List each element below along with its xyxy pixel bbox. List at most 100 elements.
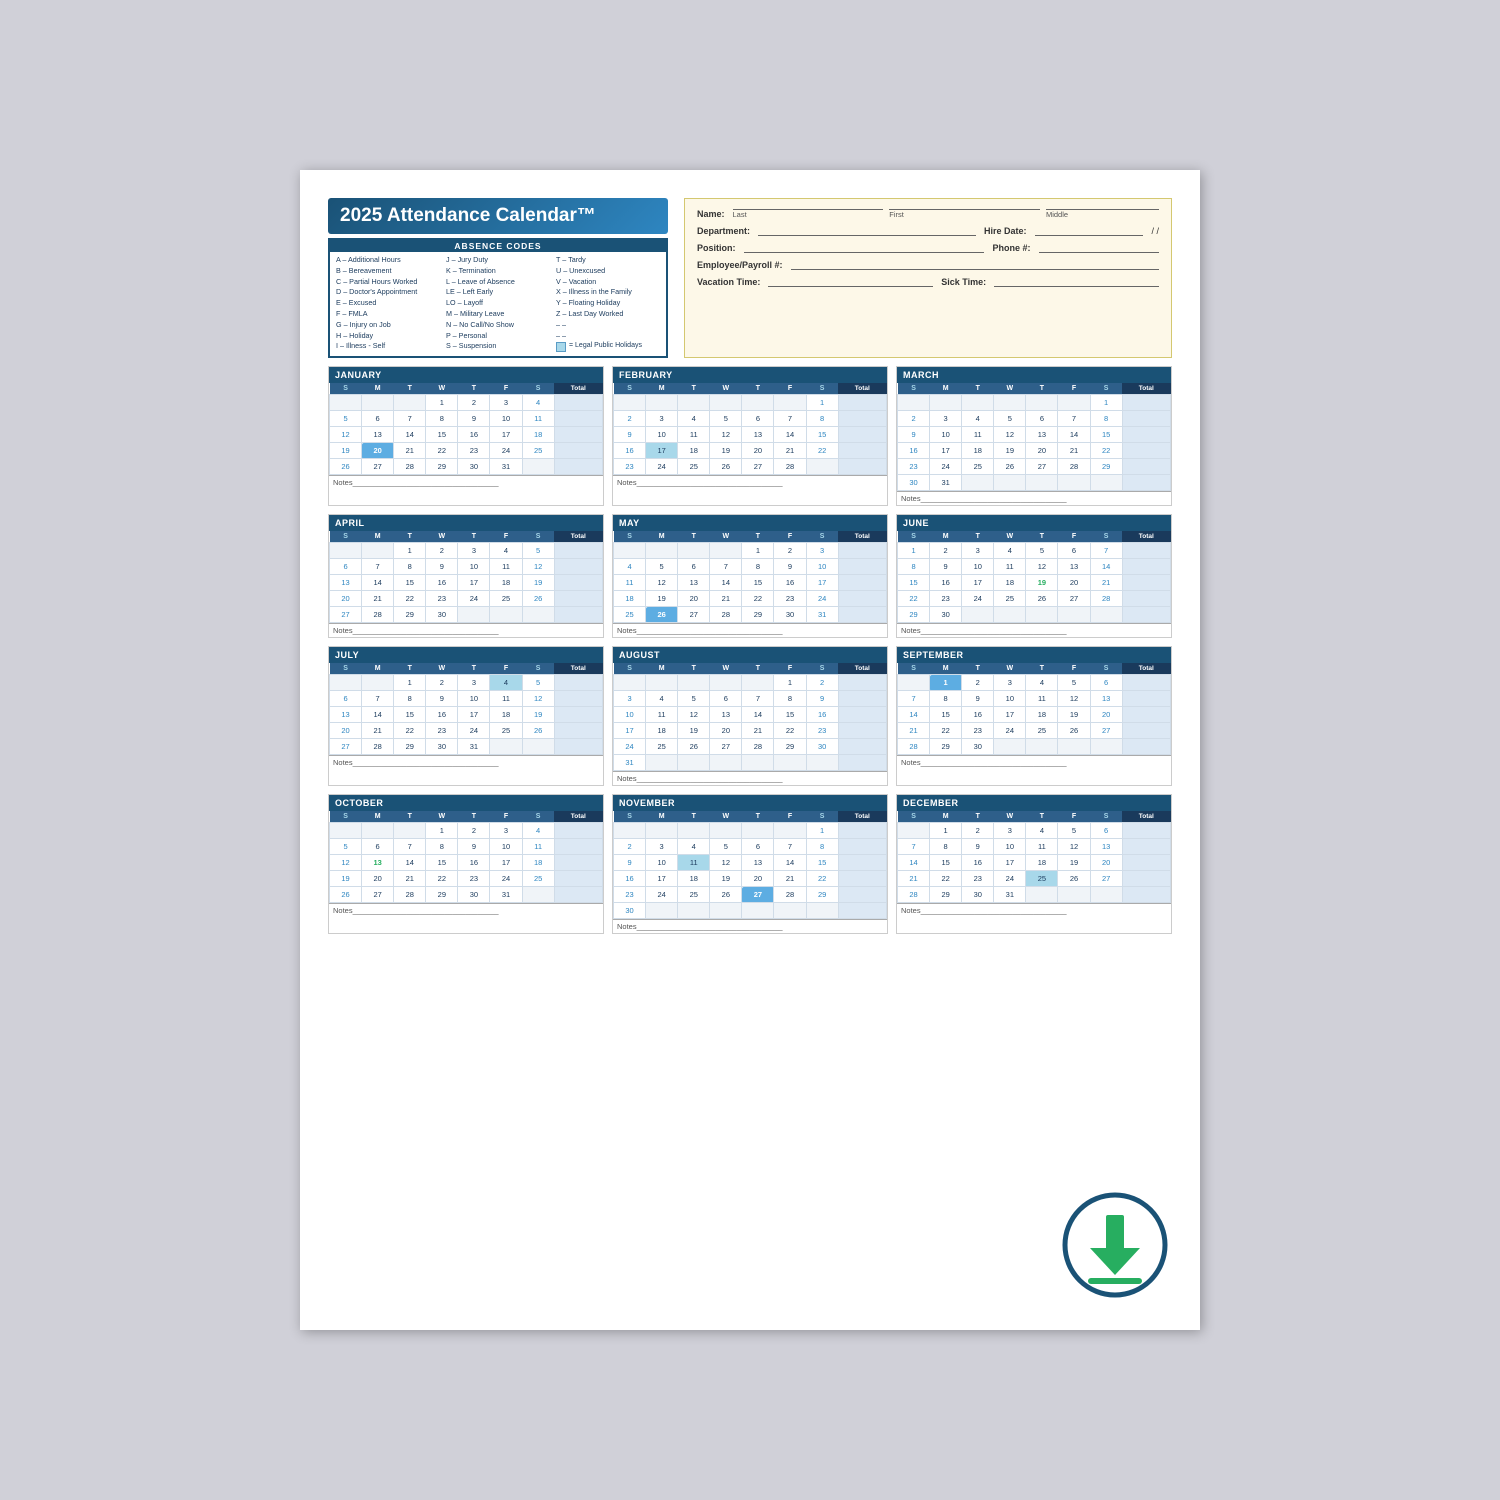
download-icon[interactable]: [1060, 1190, 1170, 1300]
calendar-day[interactable]: 16: [458, 855, 490, 871]
calendar-day[interactable]: 19: [710, 871, 742, 887]
calendar-day[interactable]: 6: [362, 411, 394, 427]
calendar-day[interactable]: 18: [646, 723, 678, 739]
calendar-day[interactable]: 6: [330, 559, 362, 575]
calendar-day[interactable]: 20: [710, 723, 742, 739]
calendar-day[interactable]: 9: [426, 691, 458, 707]
calendar-day[interactable]: 5: [710, 411, 742, 427]
calendar-day[interactable]: 9: [614, 427, 646, 443]
calendar-day[interactable]: 25: [646, 739, 678, 755]
calendar-day[interactable]: 21: [774, 443, 806, 459]
calendar-day[interactable]: 7: [1058, 411, 1090, 427]
calendar-day[interactable]: 5: [1058, 823, 1090, 839]
calendar-day[interactable]: 19: [1058, 855, 1090, 871]
calendar-day[interactable]: 24: [646, 887, 678, 903]
calendar-day[interactable]: 24: [490, 871, 522, 887]
calendar-day[interactable]: 16: [426, 707, 458, 723]
calendar-day[interactable]: 12: [522, 691, 554, 707]
calendar-day[interactable]: 14: [1058, 427, 1090, 443]
calendar-day[interactable]: 17: [994, 707, 1026, 723]
calendar-day[interactable]: 21: [394, 871, 426, 887]
calendar-day[interactable]: 28: [394, 887, 426, 903]
calendar-day[interactable]: 13: [678, 575, 710, 591]
calendar-day[interactable]: 2: [458, 395, 490, 411]
calendar-day[interactable]: 30: [962, 739, 994, 755]
calendar-day[interactable]: 12: [1026, 559, 1058, 575]
calendar-day[interactable]: 27: [710, 739, 742, 755]
calendar-day[interactable]: 13: [1090, 691, 1122, 707]
calendar-day[interactable]: 26: [522, 723, 554, 739]
calendar-day[interactable]: 1: [742, 543, 774, 559]
calendar-day[interactable]: 2: [426, 543, 458, 559]
calendar-day[interactable]: 13: [742, 427, 774, 443]
calendar-day[interactable]: 8: [394, 559, 426, 575]
calendar-day[interactable]: 14: [394, 855, 426, 871]
calendar-day[interactable]: 9: [962, 839, 994, 855]
calendar-day[interactable]: 28: [898, 739, 930, 755]
emp-payroll-line[interactable]: [791, 269, 1159, 270]
dept-line[interactable]: [758, 235, 976, 236]
calendar-day[interactable]: 23: [774, 591, 806, 607]
calendar-day[interactable]: 3: [490, 823, 522, 839]
calendar-day[interactable]: 5: [646, 559, 678, 575]
calendar-day[interactable]: 10: [614, 707, 646, 723]
calendar-day[interactable]: 27: [1090, 871, 1122, 887]
calendar-day[interactable]: 20: [1090, 855, 1122, 871]
calendar-day[interactable]: 26: [710, 459, 742, 475]
calendar-day[interactable]: 15: [394, 575, 426, 591]
calendar-day[interactable]: 30: [962, 887, 994, 903]
calendar-day[interactable]: 10: [994, 691, 1026, 707]
calendar-day[interactable]: 24: [962, 591, 994, 607]
calendar-day[interactable]: 12: [330, 855, 362, 871]
calendar-day[interactable]: 19: [1026, 575, 1058, 591]
calendar-day[interactable]: 8: [394, 691, 426, 707]
calendar-day[interactable]: 15: [426, 427, 458, 443]
calendar-day[interactable]: 27: [362, 459, 394, 475]
calendar-day[interactable]: 4: [994, 543, 1026, 559]
calendar-day[interactable]: 17: [962, 575, 994, 591]
calendar-day[interactable]: 7: [774, 839, 806, 855]
calendar-day[interactable]: 26: [710, 887, 742, 903]
calendar-day[interactable]: 18: [678, 871, 710, 887]
sick-line[interactable]: [994, 286, 1159, 287]
calendar-day[interactable]: 17: [458, 707, 490, 723]
calendar-day[interactable]: 17: [646, 871, 678, 887]
calendar-day[interactable]: 4: [962, 411, 994, 427]
calendar-day[interactable]: 23: [458, 871, 490, 887]
calendar-day[interactable]: 5: [1058, 675, 1090, 691]
calendar-day[interactable]: 21: [742, 723, 774, 739]
calendar-day[interactable]: 22: [806, 871, 838, 887]
calendar-day[interactable]: 15: [774, 707, 806, 723]
calendar-day[interactable]: 11: [522, 411, 554, 427]
calendar-day[interactable]: 24: [490, 443, 522, 459]
calendar-day[interactable]: 23: [930, 591, 962, 607]
calendar-day[interactable]: 22: [774, 723, 806, 739]
calendar-day[interactable]: 23: [426, 591, 458, 607]
calendar-day[interactable]: 29: [426, 459, 458, 475]
calendar-day[interactable]: 1: [774, 675, 806, 691]
calendar-day[interactable]: 23: [458, 443, 490, 459]
calendar-day[interactable]: 6: [1026, 411, 1058, 427]
calendar-day[interactable]: 21: [362, 723, 394, 739]
calendar-day[interactable]: 28: [362, 607, 394, 623]
calendar-day[interactable]: 1: [930, 823, 962, 839]
calendar-day[interactable]: 28: [742, 739, 774, 755]
calendar-day[interactable]: 23: [614, 459, 646, 475]
calendar-day[interactable]: 1: [806, 395, 838, 411]
calendar-day[interactable]: 4: [490, 675, 522, 691]
calendar-day[interactable]: 22: [426, 443, 458, 459]
calendar-day[interactable]: 21: [1090, 575, 1122, 591]
calendar-day[interactable]: 21: [1058, 443, 1090, 459]
calendar-day[interactable]: 3: [806, 543, 838, 559]
calendar-day[interactable]: 18: [614, 591, 646, 607]
calendar-day[interactable]: 10: [490, 839, 522, 855]
calendar-day[interactable]: 15: [930, 707, 962, 723]
calendar-day[interactable]: 27: [742, 887, 774, 903]
calendar-day[interactable]: 10: [806, 559, 838, 575]
calendar-day[interactable]: 24: [806, 591, 838, 607]
calendar-day[interactable]: 9: [898, 427, 930, 443]
calendar-day[interactable]: 19: [522, 707, 554, 723]
calendar-day[interactable]: 6: [710, 691, 742, 707]
calendar-day[interactable]: 14: [1090, 559, 1122, 575]
calendar-day[interactable]: 11: [1026, 691, 1058, 707]
